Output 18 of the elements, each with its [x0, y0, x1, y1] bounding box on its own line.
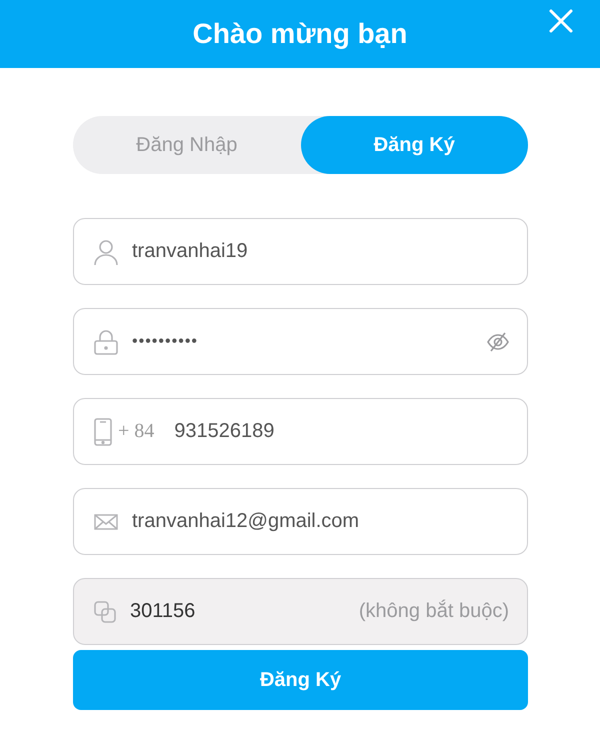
input-field[interactable]: + 84 931526189: [73, 398, 528, 465]
field-value: 301156: [130, 600, 196, 623]
header-title: Chào mừng bạn: [192, 18, 408, 50]
field-value: tranvanhai19: [132, 240, 249, 263]
optional-hint: (không bắt buộc): [358, 600, 509, 623]
country-code: + 84: [118, 420, 154, 443]
user-icon: [94, 238, 118, 264]
phone-icon: [94, 418, 112, 446]
eye-slash-icon[interactable]: [487, 332, 509, 352]
input-field[interactable]: ••••••••••: [73, 308, 528, 375]
field-value: tranvanhai12@gmail.com: [132, 510, 360, 533]
input-field[interactable]: tranvanhai12@gmail.com: [73, 488, 528, 555]
envelope-icon: [94, 514, 118, 530]
lock-icon: [94, 328, 118, 354]
field-value: ••••••••••: [132, 332, 200, 350]
copy-icon: [94, 600, 116, 622]
input-field[interactable]: tranvanhai19: [73, 218, 528, 285]
field-value: 931526189: [174, 420, 276, 443]
